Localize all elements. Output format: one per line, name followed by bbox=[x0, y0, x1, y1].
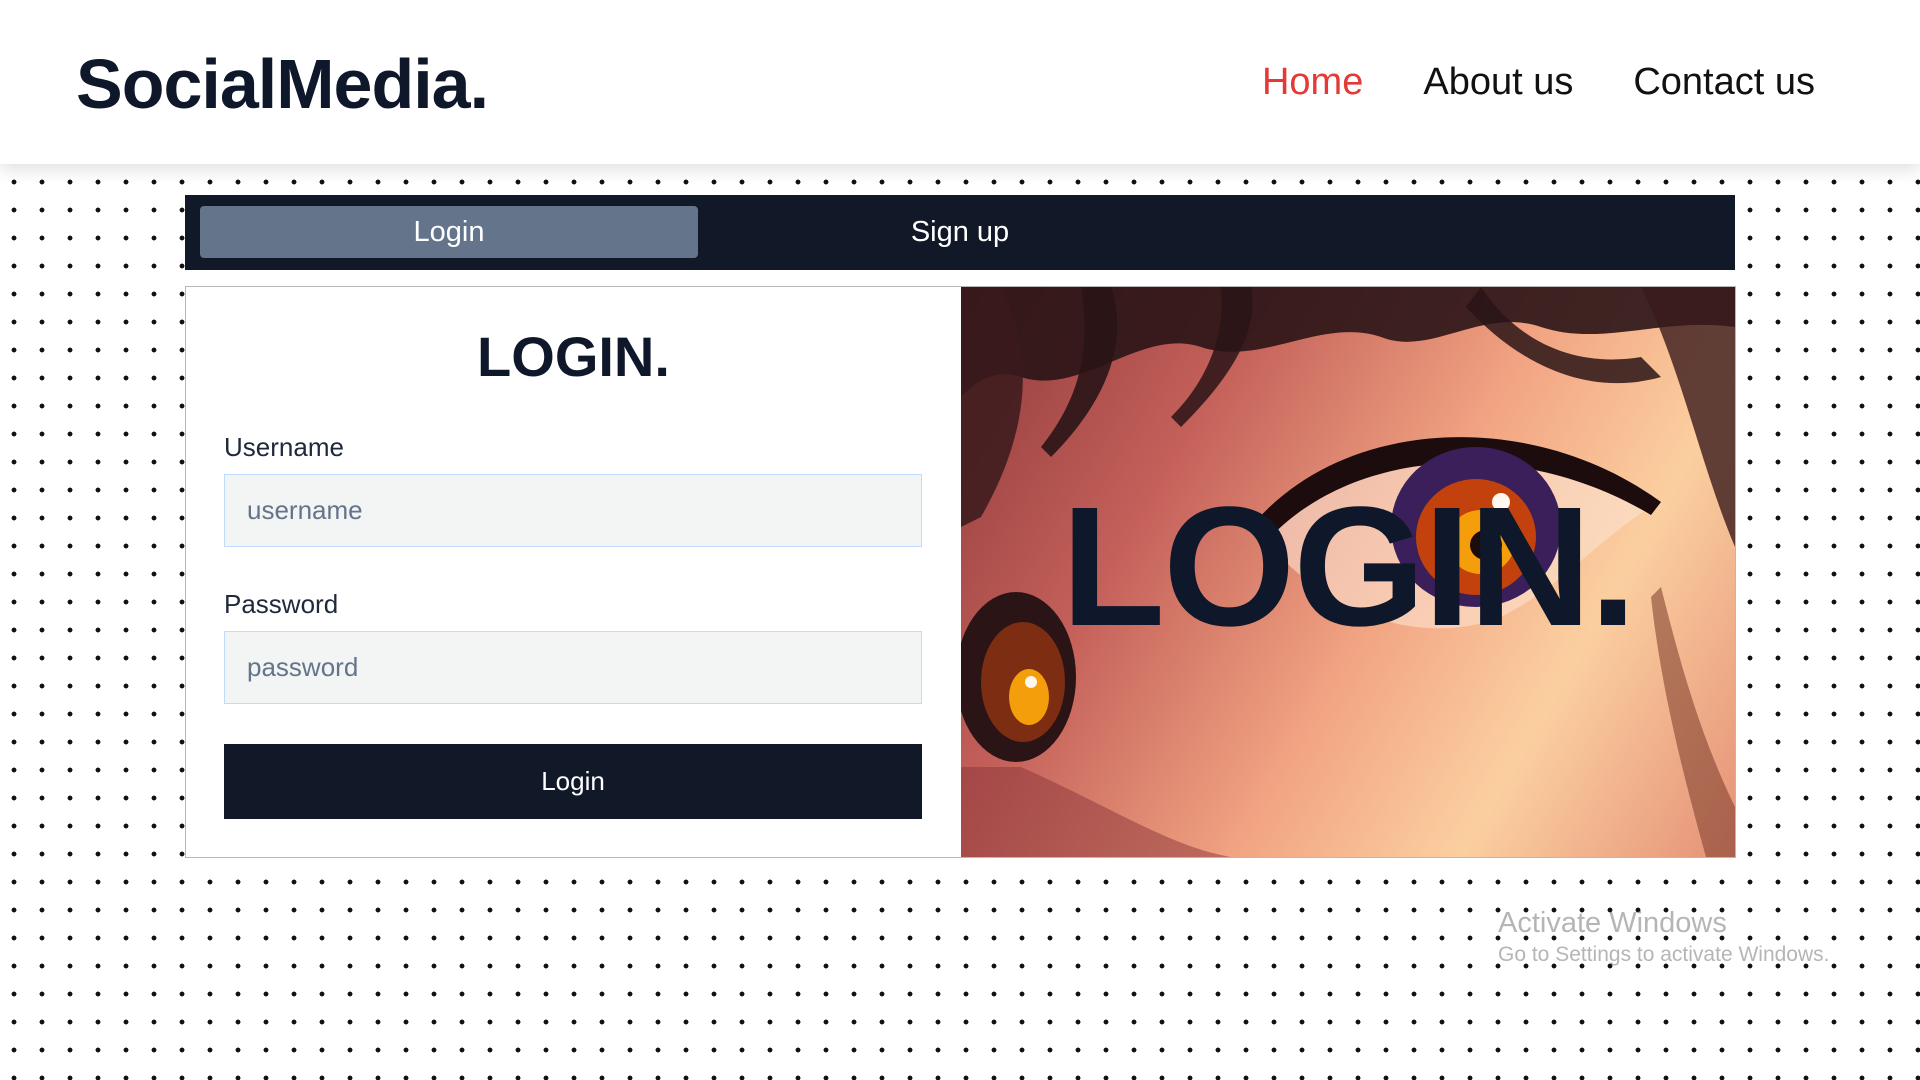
login-form: LOGIN. Username Password Login bbox=[186, 287, 961, 857]
windows-activation-watermark: Activate Windows Go to Settings to activ… bbox=[1498, 905, 1830, 969]
auth-tab-bar: Login Sign up bbox=[185, 195, 1735, 270]
password-input[interactable] bbox=[224, 631, 922, 704]
nav-link-about[interactable]: About us bbox=[1423, 58, 1573, 106]
username-label: Username bbox=[224, 432, 344, 462]
password-label: Password bbox=[224, 589, 339, 619]
username-input[interactable] bbox=[224, 474, 922, 547]
watermark-title: Activate Windows bbox=[1498, 907, 1727, 939]
nav-link-contact[interactable]: Contact us bbox=[1633, 58, 1815, 106]
login-submit-button[interactable]: Login bbox=[224, 744, 922, 819]
site-header: SocialMedia. Home About us Contact us bbox=[0, 0, 1920, 164]
hero-image: LOGIN. bbox=[961, 287, 1735, 857]
nav-link-home[interactable]: Home bbox=[1262, 58, 1363, 106]
tab-login[interactable]: Login bbox=[200, 206, 698, 258]
hero-title: LOGIN. bbox=[1061, 472, 1637, 662]
form-title: LOGIN. bbox=[477, 325, 670, 388]
tab-signup[interactable]: Sign up bbox=[711, 206, 1209, 258]
login-card: LOGIN. Username Password Login bbox=[185, 286, 1736, 858]
watermark-subtitle: Go to Settings to activate Windows. bbox=[1498, 943, 1830, 966]
main-nav: Home About us Contact us bbox=[1262, 58, 1815, 106]
site-logo[interactable]: SocialMedia. bbox=[76, 44, 489, 124]
